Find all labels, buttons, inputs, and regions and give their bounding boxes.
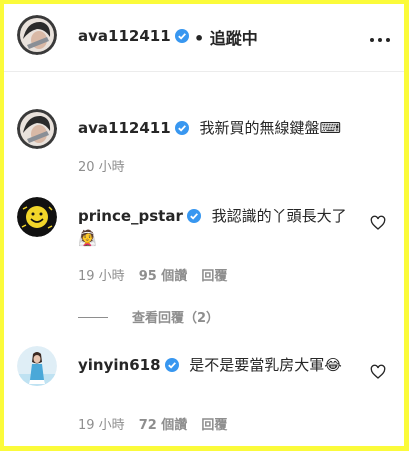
caption-username-text[interactable]: ava112411 xyxy=(78,119,171,137)
like-heart-icon[interactable] xyxy=(370,215,386,231)
reply-button[interactable]: 回覆 xyxy=(201,269,227,284)
view-replies-button[interactable]: 查看回覆（2） xyxy=(78,307,219,326)
comment-text-block: yinyin618 是不是要當乳房大軍😂 xyxy=(78,354,363,376)
header-username-text[interactable]: ava112411 xyxy=(78,27,171,45)
replies-divider xyxy=(78,317,108,318)
comment-username[interactable]: prince_pstar xyxy=(78,207,201,225)
comment-text-block: prince_pstar 我認識的丫頭長大了👰 xyxy=(78,205,363,249)
verified-badge-icon xyxy=(174,121,189,135)
view-replies-label[interactable]: 查看回覆（2） xyxy=(132,311,219,326)
comment-username-text[interactable]: yinyin618 xyxy=(78,356,161,374)
more-options-icon[interactable] xyxy=(370,38,390,42)
header-username[interactable]: ava112411 xyxy=(78,27,189,45)
verified-badge-icon xyxy=(174,29,189,43)
comment-time[interactable]: 19 小時 xyxy=(78,418,125,433)
caption-avatar[interactable] xyxy=(17,109,57,149)
like-heart-icon[interactable] xyxy=(370,364,386,380)
verified-badge-icon xyxy=(164,358,179,372)
caption-text: 我新買的無線鍵盤⌨ xyxy=(199,119,342,137)
comment-username[interactable]: yinyin618 xyxy=(78,356,179,374)
post-header: ava112411 • 追蹤中 xyxy=(4,4,404,72)
comment-avatar[interactable] xyxy=(17,197,57,237)
comment-likes[interactable]: 72 個讚 xyxy=(139,418,188,433)
reply-button[interactable]: 回覆 xyxy=(201,418,227,433)
comment-text: 是不是要當乳房大軍😂 xyxy=(189,356,342,374)
profile-avatar[interactable] xyxy=(17,15,57,55)
comment-username-text[interactable]: prince_pstar xyxy=(78,207,183,225)
comment-avatar[interactable] xyxy=(17,346,57,386)
comment-meta: 19 小時 72 個讚 回覆 xyxy=(78,414,227,433)
caption-meta: 20 小時 xyxy=(78,156,125,175)
caption-text-block: ava112411 我新買的無線鍵盤⌨ xyxy=(78,117,363,139)
comment-likes[interactable]: 95 個讚 xyxy=(139,269,188,284)
verified-badge-icon xyxy=(186,209,201,223)
comment-time[interactable]: 19 小時 xyxy=(78,269,125,284)
post-comments-panel: ava112411 • 追蹤中 ava112411 我新買的無線鍵盤⌨ 20 小… xyxy=(4,4,404,446)
caption-username[interactable]: ava112411 xyxy=(78,119,189,137)
caption-time[interactable]: 20 小時 xyxy=(78,160,125,175)
following-status[interactable]: • 追蹤中 xyxy=(194,25,258,49)
comment-meta: 19 小時 95 個讚 回覆 xyxy=(78,265,227,284)
